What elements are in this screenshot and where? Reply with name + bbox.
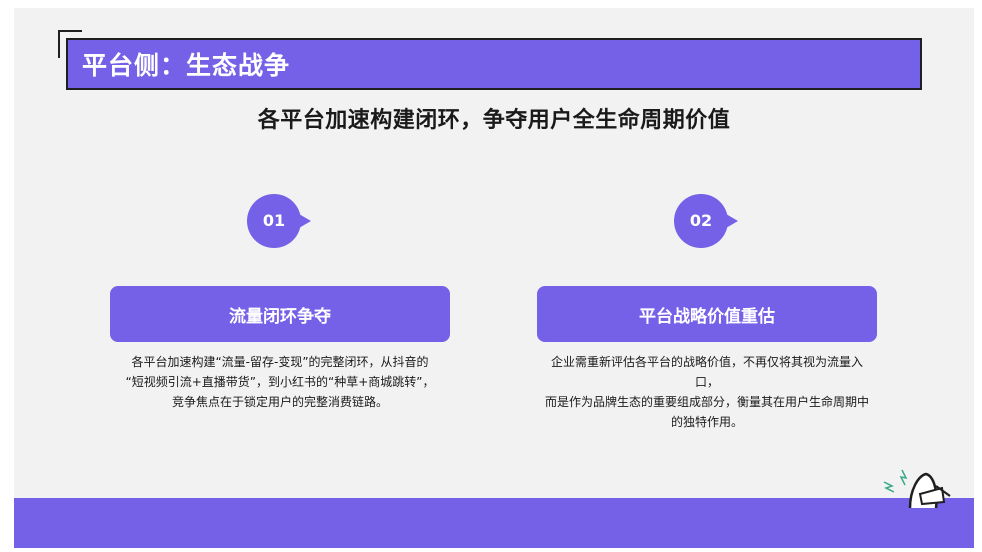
page-subtitle: 各平台加速构建闭环，争夺用户全生命周期价值 (257, 108, 731, 133)
description-line: 的独特作用。 (670, 415, 743, 429)
description-line: “短视频引流+直播带货”，到小红书的“种草+商城跳转”， (125, 375, 435, 389)
footer-band (14, 498, 974, 548)
number-badge-wrap: 01 (110, 194, 450, 248)
number-badge: 02 (674, 194, 738, 248)
card-heading: 流量闭环争夺 (110, 286, 450, 342)
title-bar: 平台侧：生态战争 (66, 38, 922, 90)
page-title: 平台侧：生态战争 (82, 51, 291, 80)
number-badge: 01 (247, 194, 311, 248)
badge-number: 01 (262, 211, 286, 230)
megaphone-icon (883, 469, 951, 508)
card-heading: 平台战略价值重估 (537, 286, 877, 342)
slide-canvas: 平台侧：生态战争 各平台加速构建闭环，争夺用户全生命周期价值 01 流量闭环争夺… (14, 8, 974, 548)
card-strategic-value: 02 平台战略价值重估 企业需重新评估各平台的战略价值，不再仅将其视为流量入口，… (537, 194, 877, 432)
badge-number: 02 (689, 211, 713, 230)
description-line: 各平台加速构建“流量-留存-变现”的完整闭环，从抖音的 (131, 355, 429, 369)
description-line: 竞争焦点在于锁定用户的完整消费链路。 (171, 395, 388, 409)
card-description: 企业需重新评估各平台的战略价值，不再仅将其视为流量入口， 而是作为品牌生态的重要… (537, 352, 877, 432)
card-flow-loop: 01 流量闭环争夺 各平台加速构建“流量-留存-变现”的完整闭环，从抖音的 “短… (110, 194, 450, 412)
sparkle-icon (883, 469, 908, 493)
number-badge-wrap: 02 (537, 194, 877, 248)
description-line: 而是作为品牌生态的重要组成部分，衡量其在用户生命周期中 (544, 395, 869, 409)
card-description: 各平台加速构建“流量-留存-变现”的完整闭环，从抖音的 “短视频引流+直播带货”… (110, 352, 450, 412)
description-line: 企业需重新评估各平台的战略价值，不再仅将其视为流量入口， (550, 355, 863, 389)
